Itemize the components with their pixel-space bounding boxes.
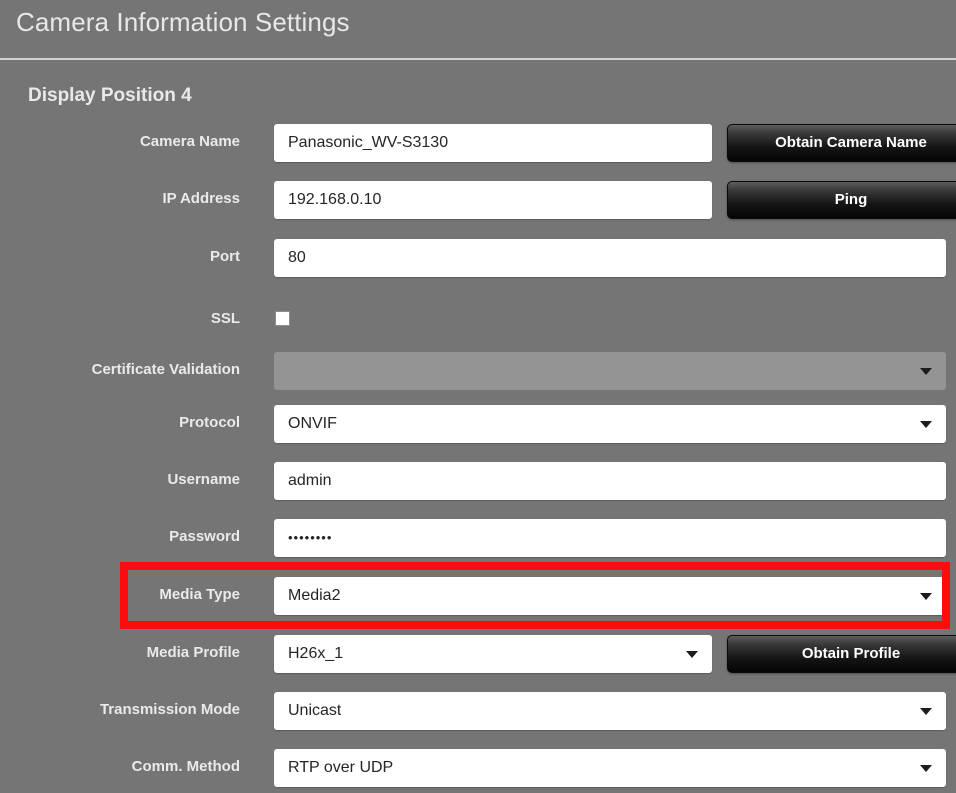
row-username: Username admin xyxy=(0,462,956,506)
username-input[interactable]: admin xyxy=(274,462,946,500)
password-value: •••••••• xyxy=(288,530,333,545)
row-ip-address: IP Address 192.168.0.10 Ping xyxy=(0,181,956,225)
section-header-display-position: Display Position 4 xyxy=(28,85,192,106)
chevron-down-icon xyxy=(920,368,932,375)
protocol-dropdown[interactable]: ONVIF xyxy=(274,405,946,443)
label-camera-name: Camera Name xyxy=(139,133,240,150)
comm-method-dropdown[interactable]: RTP over UDP xyxy=(274,749,946,787)
protocol-value: ONVIF xyxy=(288,415,337,432)
transmission-mode-value: Unicast xyxy=(288,702,342,719)
row-protocol: Protocol ONVIF xyxy=(0,405,956,449)
label-media-type: Media Type xyxy=(159,586,240,603)
camera-information-settings-window: Camera Information Settings Display Posi… xyxy=(0,0,956,793)
label-certificate-validation: Certificate Validation xyxy=(91,361,240,378)
row-port: Port 80 xyxy=(0,239,956,283)
chevron-down-icon xyxy=(686,651,698,658)
ping-button[interactable]: Ping xyxy=(727,181,956,219)
port-value: 80 xyxy=(288,249,306,266)
camera-name-value: Panasonic_WV-S3130 xyxy=(288,134,449,151)
chevron-down-icon xyxy=(920,708,932,715)
camera-name-input[interactable]: Panasonic_WV-S3130 xyxy=(274,124,712,162)
label-ssl: SSL xyxy=(210,310,240,327)
certificate-validation-dropdown xyxy=(274,352,946,390)
title-divider xyxy=(0,58,956,60)
comm-method-value: RTP over UDP xyxy=(288,759,394,776)
row-comm-method: Comm. Method RTP over UDP xyxy=(0,749,956,793)
label-ip-address: IP Address xyxy=(162,190,240,207)
obtain-camera-name-button[interactable]: Obtain Camera Name xyxy=(727,124,956,162)
chevron-down-icon xyxy=(920,593,932,600)
media-profile-dropdown[interactable]: H26x_1 xyxy=(274,635,712,673)
row-media-type: Media Type Media2 xyxy=(0,577,956,621)
label-transmission-mode: Transmission Mode xyxy=(99,701,240,718)
obtain-profile-button[interactable]: Obtain Profile xyxy=(727,635,956,673)
media-profile-value: H26x_1 xyxy=(288,645,344,662)
label-comm-method: Comm. Method xyxy=(131,758,240,775)
row-password: Password •••••••• xyxy=(0,519,956,563)
username-value: admin xyxy=(288,472,332,489)
row-media-profile: Media Profile H26x_1 Obtain Profile xyxy=(0,635,956,679)
label-port: Port xyxy=(210,248,240,265)
ip-address-input[interactable]: 192.168.0.10 xyxy=(274,181,712,219)
row-ssl: SSL xyxy=(0,301,956,345)
row-camera-name: Camera Name Panasonic_WV-S3130 Obtain Ca… xyxy=(0,124,956,168)
label-password: Password xyxy=(169,528,240,545)
transmission-mode-dropdown[interactable]: Unicast xyxy=(274,692,946,730)
label-protocol: Protocol xyxy=(179,414,240,431)
port-input[interactable]: 80 xyxy=(274,239,946,277)
page-title: Camera Information Settings xyxy=(16,7,350,37)
row-certificate-validation: Certificate Validation xyxy=(0,352,956,396)
password-input[interactable]: •••••••• xyxy=(274,519,946,557)
ssl-checkbox[interactable] xyxy=(275,311,290,326)
ip-address-value: 192.168.0.10 xyxy=(288,191,382,208)
window-titlebar: Camera Information Settings xyxy=(0,0,956,58)
media-type-dropdown[interactable]: Media2 xyxy=(274,577,946,615)
row-transmission-mode: Transmission Mode Unicast xyxy=(0,692,956,736)
chevron-down-icon xyxy=(920,765,932,772)
label-media-profile: Media Profile xyxy=(146,644,240,661)
label-username: Username xyxy=(167,471,240,488)
chevron-down-icon xyxy=(920,421,932,428)
media-type-value: Media2 xyxy=(288,587,341,604)
